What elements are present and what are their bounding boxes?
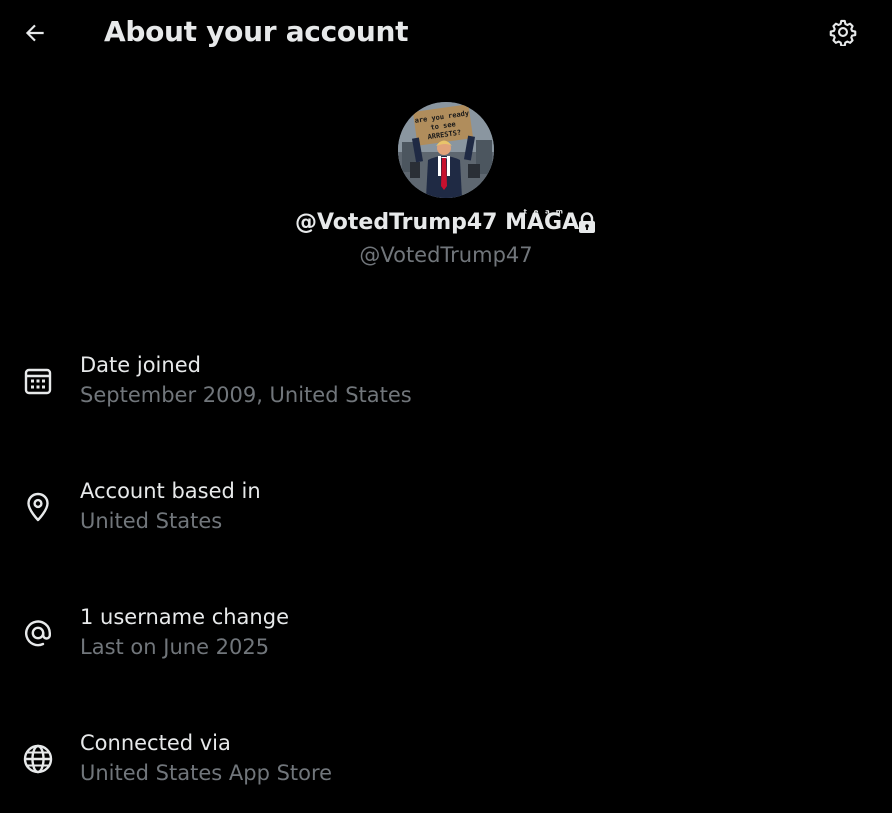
- info-item-username-change: 1 username change Last on June 2025: [0, 603, 892, 667]
- globe-icon: [20, 741, 56, 777]
- info-label: Connected via: [80, 731, 231, 755]
- info-label: 1 username change: [80, 605, 289, 629]
- info-item-connected-via: Connected via United States App Store: [0, 729, 892, 793]
- calendar-icon: [20, 363, 56, 399]
- arrow-left-icon: [25, 24, 44, 42]
- location-pin-icon: [20, 489, 56, 525]
- avatar[interactable]: are you ready to see ARRESTS?: [398, 102, 494, 198]
- info-label: Date joined: [80, 353, 201, 377]
- display-name-mark: ᵗᵉᵃᵐ: [523, 207, 570, 220]
- info-value: United States App Store: [80, 761, 333, 785]
- about-account-page: About your account are you ready to see …: [0, 0, 892, 813]
- display-name: @VotedTrump47 MAGA ᵗᵉᵃᵐ: [0, 207, 892, 236]
- info-item-account-based-in: Account based in United States: [0, 477, 892, 541]
- page-title: About your account: [104, 15, 409, 48]
- info-value: Last on June 2025: [80, 635, 270, 659]
- at-sign-icon: [20, 615, 56, 651]
- info-item-date-joined: Date joined September 2009, United State…: [0, 351, 892, 415]
- avatar-image: are you ready to see ARRESTS?: [398, 102, 494, 198]
- lock-icon: [577, 212, 597, 234]
- username-handle: @VotedTrump47: [359, 243, 533, 267]
- info-value: September 2009, United States: [80, 383, 412, 407]
- settings-button[interactable]: [824, 13, 862, 51]
- profile-summary: are you ready to see ARRESTS? @VotedTrum: [0, 102, 892, 268]
- info-value: United States: [80, 509, 223, 533]
- info-label: Account based in: [80, 479, 261, 503]
- gear-icon: [829, 19, 857, 46]
- back-button[interactable]: [16, 14, 54, 52]
- header: About your account: [0, 0, 892, 64]
